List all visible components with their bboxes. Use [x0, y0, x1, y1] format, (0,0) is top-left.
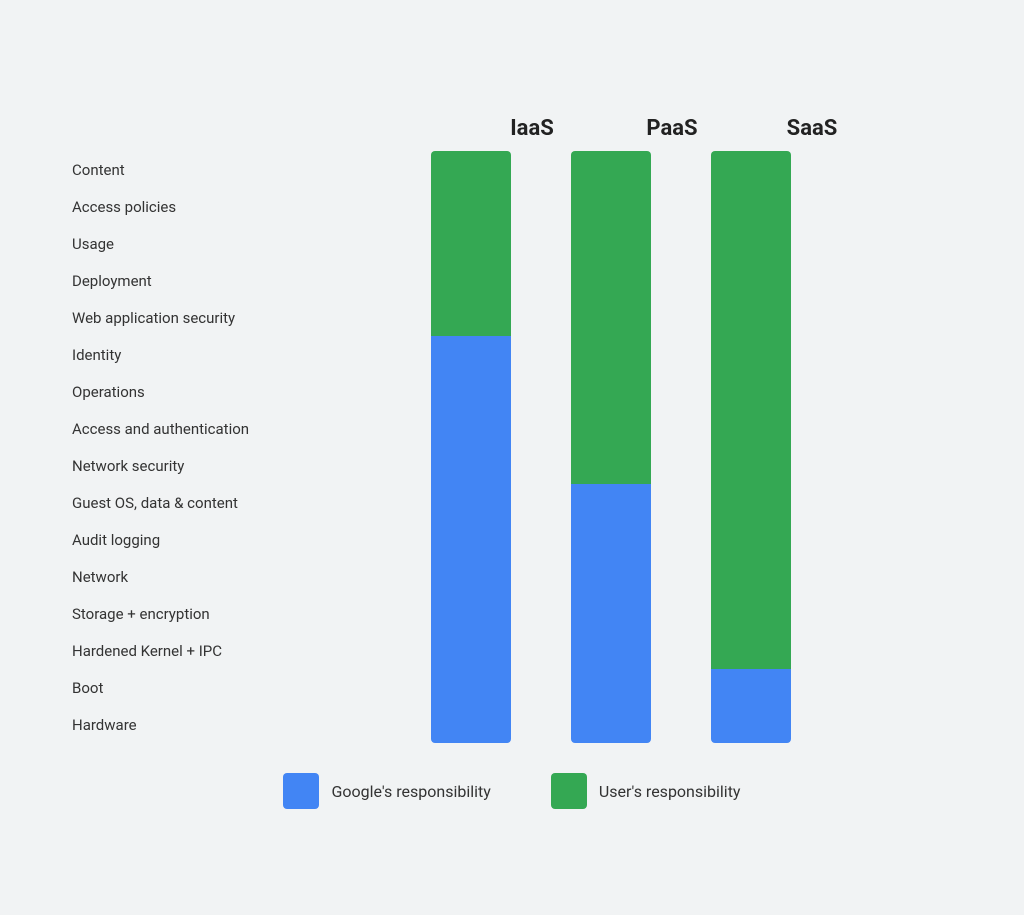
legend-swatch-green	[551, 773, 587, 809]
header-saas: SaaS	[772, 116, 852, 141]
label-item-14: Boot	[72, 669, 249, 706]
headers-inner: IaaS PaaS SaaS	[392, 116, 952, 141]
chart-container: IaaS PaaS SaaS ContentAccess policiesUsa…	[32, 76, 992, 839]
bar-segment-green	[711, 151, 791, 669]
legend: Google's responsibility User's responsib…	[72, 773, 952, 809]
legend-user-label: User's responsibility	[599, 782, 741, 801]
label-item-1: Access policies	[72, 188, 249, 225]
label-item-2: Usage	[72, 225, 249, 262]
bar-iaas-wrapper	[431, 151, 511, 743]
legend-google: Google's responsibility	[283, 773, 490, 809]
label-item-15: Hardware	[72, 706, 249, 743]
chart-area: ContentAccess policiesUsageDeploymentWeb…	[72, 151, 952, 743]
bar-segment-blue	[431, 336, 511, 743]
labels-column: ContentAccess policiesUsageDeploymentWeb…	[72, 151, 249, 743]
label-item-8: Network security	[72, 447, 249, 484]
label-item-13: Hardened Kernel + IPC	[72, 632, 249, 669]
bars-section	[269, 151, 952, 743]
label-item-5: Identity	[72, 336, 249, 373]
header-paas: PaaS	[632, 116, 712, 141]
label-item-6: Operations	[72, 373, 249, 410]
bar-segment-green	[571, 151, 651, 484]
label-item-9: Guest OS, data & content	[72, 484, 249, 521]
label-item-0: Content	[72, 151, 249, 188]
bar-iaas	[431, 151, 511, 743]
bar-paas	[571, 151, 651, 743]
legend-user: User's responsibility	[551, 773, 741, 809]
header-iaas: IaaS	[492, 116, 572, 141]
header-spacer	[72, 116, 392, 141]
bar-segment-blue	[571, 484, 651, 743]
bar-paas-wrapper	[571, 151, 651, 743]
label-item-7: Access and authentication	[72, 410, 249, 447]
label-item-10: Audit logging	[72, 521, 249, 558]
label-item-12: Storage + encryption	[72, 595, 249, 632]
bar-segment-green	[431, 151, 511, 336]
legend-google-label: Google's responsibility	[331, 782, 490, 801]
bar-saas-wrapper	[711, 151, 791, 743]
label-item-4: Web application security	[72, 299, 249, 336]
label-item-11: Network	[72, 558, 249, 595]
label-item-3: Deployment	[72, 262, 249, 299]
bar-saas	[711, 151, 791, 743]
headers-row: IaaS PaaS SaaS	[72, 116, 952, 141]
bar-segment-blue	[711, 669, 791, 743]
legend-swatch-blue	[283, 773, 319, 809]
